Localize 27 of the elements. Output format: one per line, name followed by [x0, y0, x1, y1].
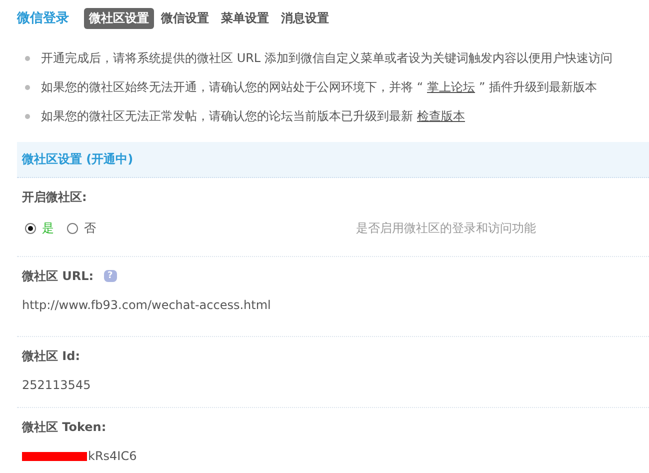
- radio-button[interactable]: [25, 223, 36, 234]
- field-label: 微社区 Id:: [22, 348, 80, 364]
- field-label: 微社区 Token:: [22, 418, 106, 436]
- option-label: 否: [84, 220, 96, 237]
- tab[interactable]: 微社区设置: [84, 8, 154, 28]
- field-value: 252113545: [22, 378, 91, 392]
- field-value: kRs4IC6: [88, 449, 137, 463]
- bullet-icon: [25, 114, 30, 119]
- field-value: http://www.fb93.com/wechat-access.html: [22, 298, 271, 312]
- field-hint: 是否启用微社区的登录和访问功能: [356, 220, 536, 237]
- tip-text: 开通完成后，请将系统提供的微社区 URL 添加到微信自定义菜单或者设为关键词触发内容以便用户快速访问: [41, 50, 612, 67]
- tip-text: 如果您的微社区无法正常发帖，请确认您的论坛当前版本已升级到最新: [41, 108, 413, 125]
- tip-link[interactable]: 检查版本: [417, 108, 465, 125]
- bullet-icon: [25, 85, 30, 90]
- tab[interactable]: 菜单设置: [216, 8, 274, 28]
- tab[interactable]: 微信设置: [156, 8, 214, 28]
- tab[interactable]: 消息设置: [276, 8, 334, 28]
- radio-button[interactable]: [67, 223, 78, 234]
- field-label: 开启微社区:: [22, 188, 87, 206]
- field-label: 微社区 URL:: [22, 268, 94, 284]
- bullet-icon: [25, 56, 30, 61]
- tip-link[interactable]: 掌上论坛: [427, 79, 476, 96]
- page-title: 微信登录: [17, 10, 69, 27]
- tip-text: 如果您的微社区始终无法开通，请确认您的网站处于公网环境下，并将 “: [41, 79, 424, 96]
- option-label: 是: [42, 220, 54, 237]
- tip-text: ” 插件升级到最新版本: [479, 79, 598, 96]
- section-header: 微社区设置 (开通中): [17, 142, 649, 178]
